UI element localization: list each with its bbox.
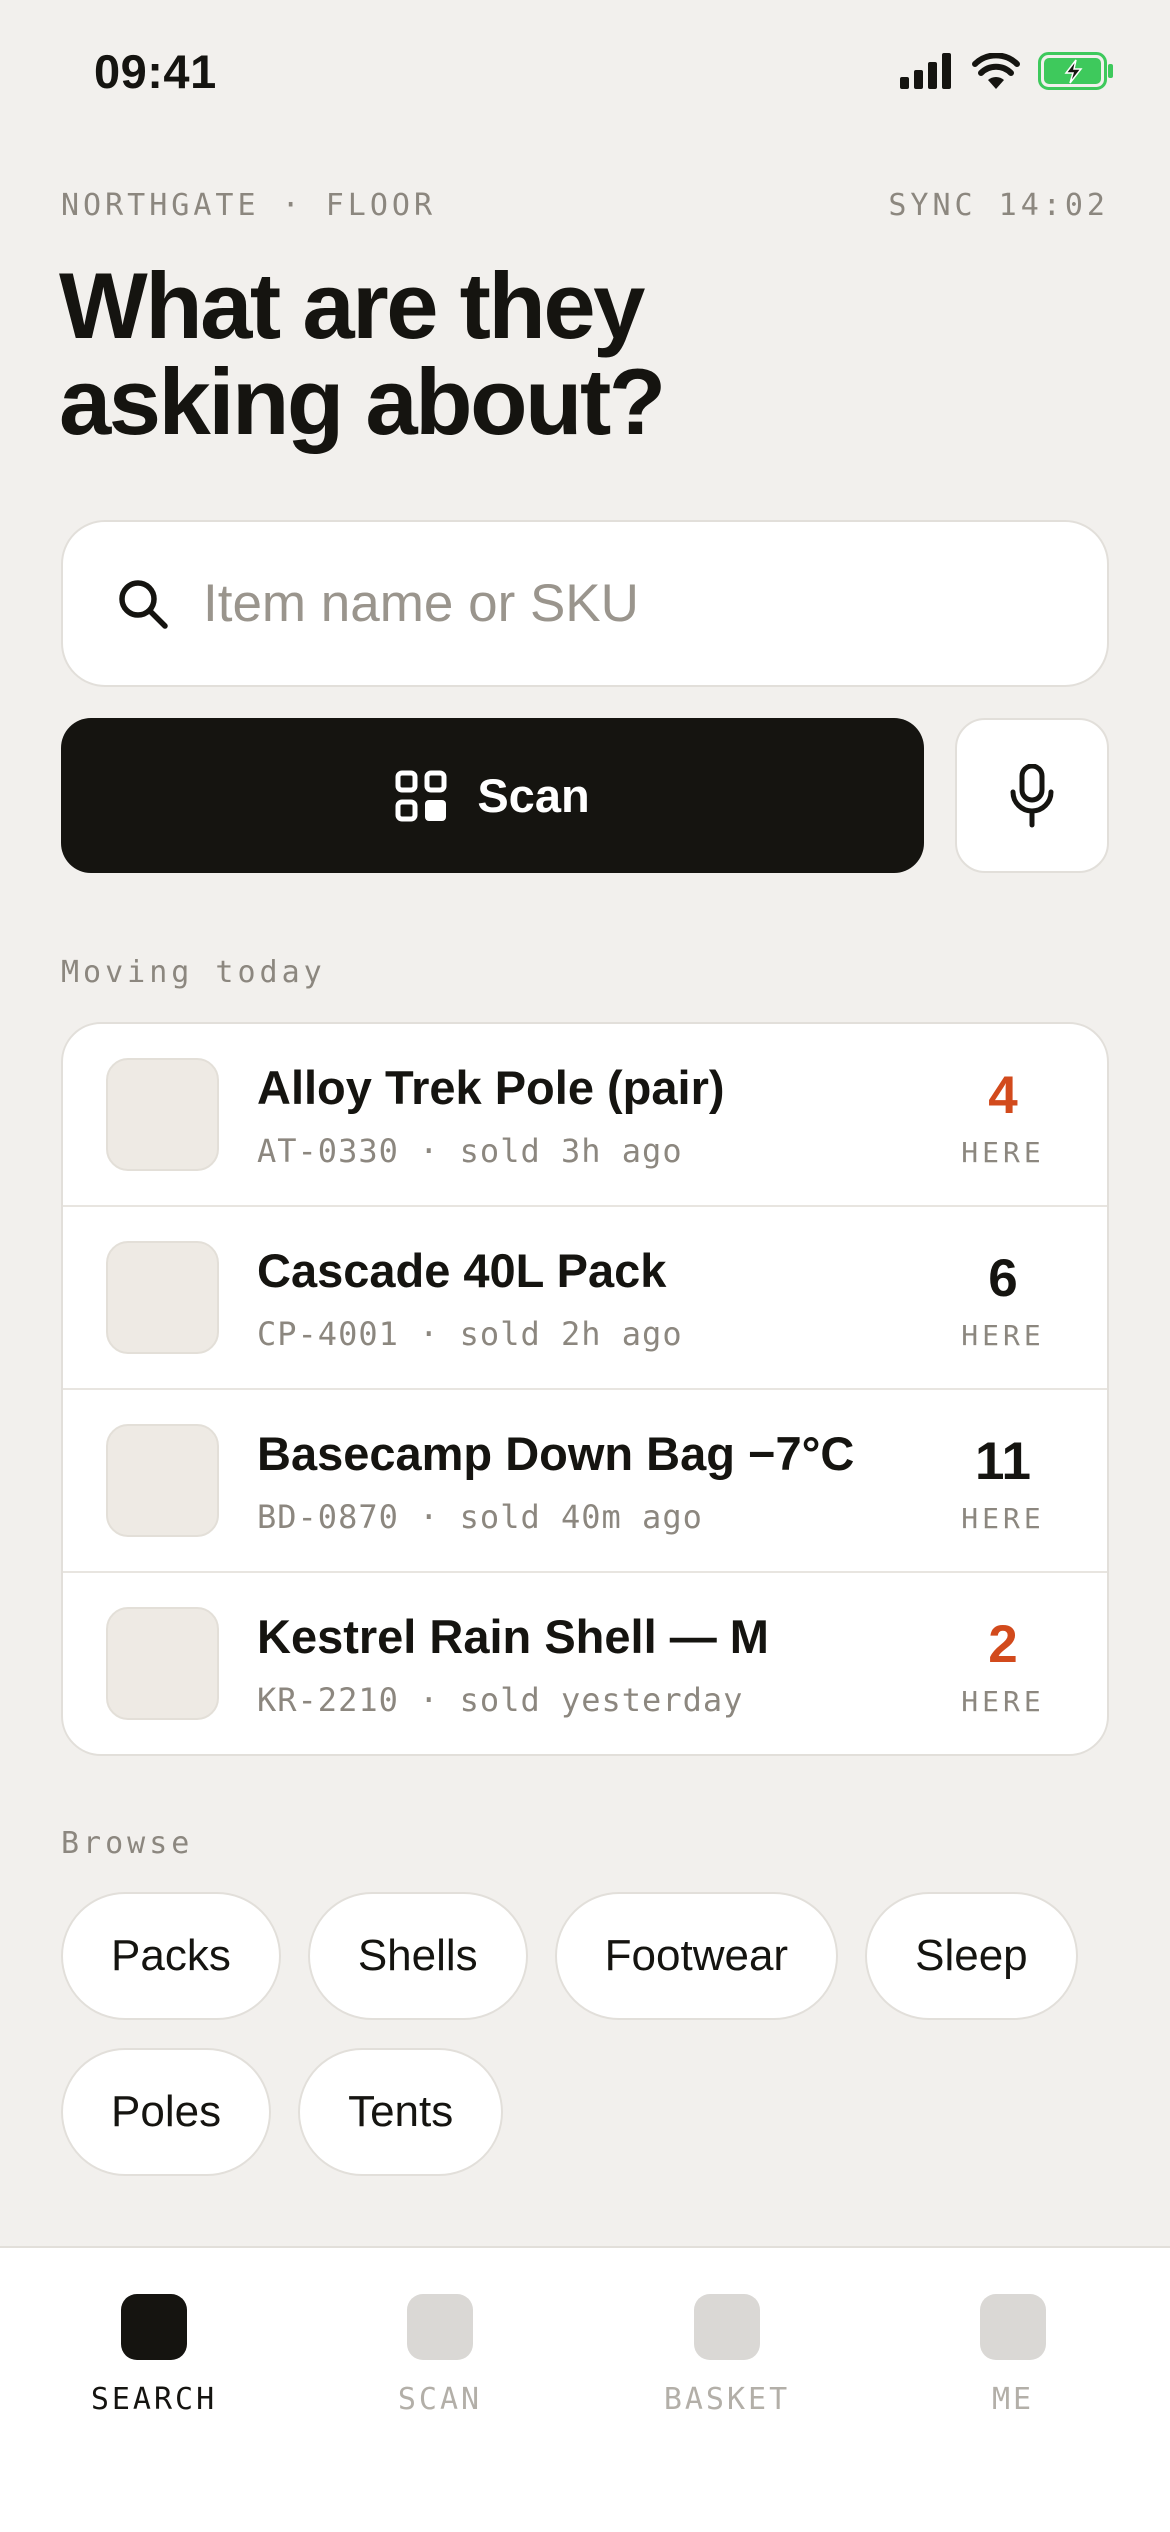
tab-scan[interactable]: SCAN	[340, 2294, 540, 2417]
stock-count: 2	[988, 1615, 1018, 1674]
tab-search[interactable]: SEARCH	[54, 2294, 254, 2417]
product-thumbnail	[106, 1607, 219, 1720]
sync-status: SYNC 14:02	[888, 188, 1109, 223]
stock-indicator: 6 HERE	[943, 1249, 1063, 1353]
stock-indicator: 2 HERE	[943, 1615, 1063, 1719]
scan-tab-icon	[407, 2294, 473, 2360]
moving-today-label: Moving today	[61, 955, 326, 990]
item-meta: KR-2210 · sold yesterday	[257, 1681, 744, 1719]
page-title-line-1: What are they	[59, 253, 645, 358]
tab-label: BASKET	[663, 2382, 791, 2417]
product-thumbnail	[106, 1241, 219, 1354]
cellular-signal-icon	[900, 53, 951, 89]
item-meta: CP-4001 · sold 2h ago	[257, 1315, 683, 1353]
list-item[interactable]: Basecamp Down Bag −7°C BD-0870 · sold 40…	[63, 1390, 1107, 1573]
item-name: Cascade 40L Pack	[257, 1244, 667, 1297]
browse-chips: Packs Shells Footwear Sleep Poles Tents	[61, 1892, 1121, 2176]
tab-bar: SEARCH SCAN BASKET ME	[0, 2246, 1170, 2532]
search-box[interactable]	[61, 520, 1109, 687]
stock-label: HERE	[961, 1319, 1045, 1352]
chip-shells[interactable]: Shells	[307, 1892, 528, 2020]
stock-label: HERE	[961, 1685, 1045, 1718]
item-name: Kestrel Rain Shell — M	[257, 1610, 769, 1663]
search-input[interactable]	[203, 522, 1067, 685]
profile-tab-icon	[980, 2294, 1046, 2360]
item-meta: BD-0870 · sold 40m ago	[257, 1498, 703, 1536]
tab-me[interactable]: ME	[913, 2294, 1113, 2417]
voice-search-button[interactable]	[955, 718, 1109, 873]
item-name: Basecamp Down Bag −7°C	[257, 1427, 855, 1480]
stock-count: 11	[974, 1432, 1032, 1491]
browse-label: Browse	[61, 1826, 194, 1861]
tab-basket[interactable]: BASKET	[627, 2294, 827, 2417]
chip-poles[interactable]: Poles	[61, 2048, 272, 2176]
stock-indicator: 11 HERE	[943, 1432, 1063, 1536]
moving-today-list: Alloy Trek Pole (pair) AT-0330 · sold 3h…	[61, 1022, 1109, 1756]
scan-button-label: Scan	[477, 769, 590, 822]
chip-footwear[interactable]: Footwear	[554, 1892, 839, 2020]
chip-sleep[interactable]: Sleep	[865, 1892, 1078, 2020]
item-name: Alloy Trek Pole (pair)	[257, 1061, 725, 1114]
status-icons	[900, 52, 1114, 90]
stock-label: HERE	[961, 1136, 1045, 1169]
page-title-line-2: asking about?	[59, 349, 666, 454]
scan-button[interactable]: Scan	[61, 718, 924, 873]
tab-label: SCAN	[397, 2382, 483, 2417]
header-topline: NORTHGATE · FLOOR SYNC 14:02	[61, 188, 1109, 223]
list-item[interactable]: Cascade 40L Pack CP-4001 · sold 2h ago 6…	[63, 1207, 1107, 1390]
product-thumbnail	[106, 1424, 219, 1537]
page-title: What are they asking about?	[59, 258, 959, 450]
stock-count: 6	[988, 1249, 1018, 1308]
qr-scan-icon	[395, 770, 447, 821]
stock-indicator: 4 HERE	[943, 1066, 1063, 1170]
chip-tents[interactable]: Tents	[298, 2048, 504, 2176]
stock-count: 4	[988, 1066, 1018, 1125]
battery-charging-icon	[1038, 52, 1113, 90]
basket-tab-icon	[694, 2294, 760, 2360]
microphone-icon	[1010, 763, 1054, 827]
stock-label: HERE	[961, 1502, 1045, 1535]
list-item[interactable]: Kestrel Rain Shell — M KR-2210 · sold ye…	[63, 1573, 1107, 1754]
chip-packs[interactable]: Packs	[61, 1892, 281, 2020]
tab-label: ME	[991, 2382, 1035, 2417]
status-time: 09:41	[94, 45, 217, 98]
tab-label: SEARCH	[90, 2382, 218, 2417]
search-icon	[119, 579, 168, 629]
search-tab-icon	[121, 2294, 187, 2360]
product-thumbnail	[106, 1058, 219, 1171]
wifi-icon	[972, 53, 1020, 89]
store-location: NORTHGATE · FLOOR	[61, 188, 437, 223]
item-meta: AT-0330 · sold 3h ago	[257, 1132, 683, 1170]
list-item[interactable]: Alloy Trek Pole (pair) AT-0330 · sold 3h…	[63, 1024, 1107, 1207]
status-bar: 09:41	[0, 0, 1170, 150]
